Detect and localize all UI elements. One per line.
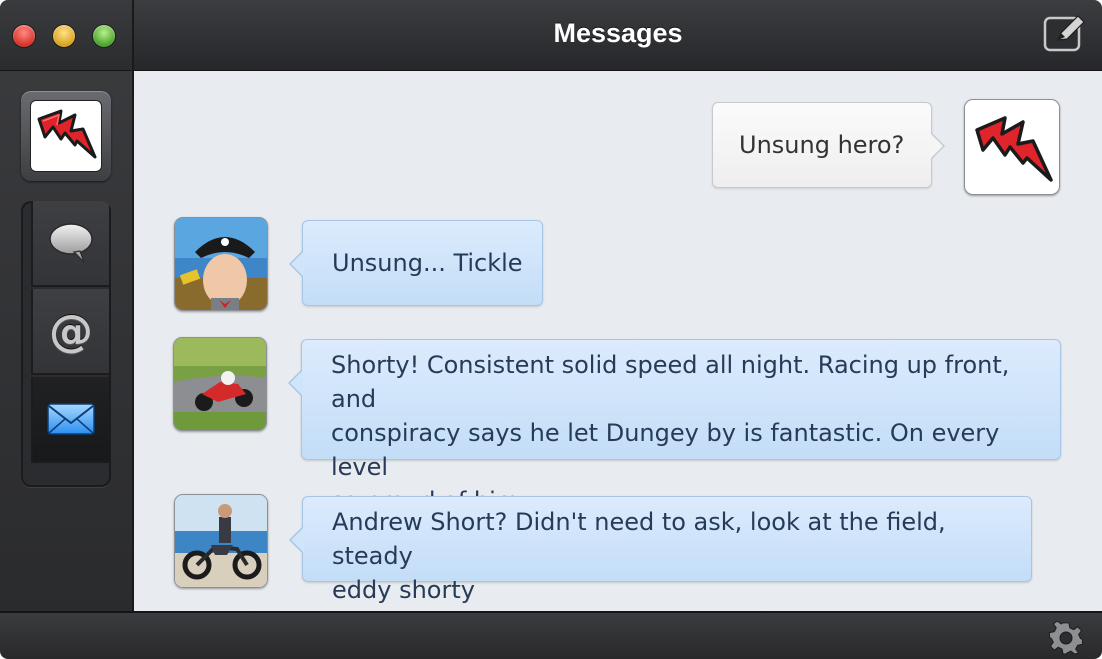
- window-title: Messages: [553, 18, 683, 48]
- minimize-window-button[interactable]: [53, 25, 75, 47]
- incoming-message-bubble[interactable]: Shorty! Consistent solid speed all night…: [288, 339, 1061, 515]
- pirate-hat-man-photo: [175, 218, 267, 310]
- message-line: Shorty! Consistent solid speed all night…: [331, 351, 1010, 413]
- message-text: Andrew Short? Didn't need to ask, look a…: [332, 505, 1022, 607]
- bottom-bar: [0, 611, 1102, 659]
- message-line: Andrew Short? Didn't need to ask, look a…: [332, 508, 946, 570]
- compose-icon: [1043, 15, 1085, 52]
- compose-button[interactable]: [1042, 14, 1086, 54]
- red-lightning-logo-icon: [975, 116, 1053, 182]
- gear-icon: [1049, 620, 1083, 655]
- close-window-button[interactable]: [13, 25, 35, 47]
- account-button[interactable]: [21, 91, 111, 181]
- message-text: Unsung hero?: [739, 131, 905, 159]
- at-sign-icon: @: [49, 305, 93, 357]
- sidebar: @: [0, 0, 134, 611]
- message-text: Shorty! Consistent solid speed all night…: [331, 348, 1051, 518]
- tab-direct-messages[interactable]: [31, 377, 109, 463]
- motorcycle-racer-photo: [174, 338, 266, 430]
- conversation-view[interactable]: Unsung hero? Unsung... Tickle Shorty! Co…: [134, 71, 1102, 611]
- motocross-rider-photo: [175, 495, 267, 587]
- outgoing-message-bubble[interactable]: Unsung hero?: [712, 102, 945, 188]
- avatar[interactable]: [173, 337, 267, 431]
- message-line: conspiracy says he let Dungey by is fant…: [331, 419, 1000, 481]
- incoming-message-bubble[interactable]: Unsung... Tickle: [289, 220, 543, 306]
- sidebar-tabs: @: [21, 201, 111, 487]
- avatar[interactable]: [964, 99, 1060, 195]
- envelope-icon: [33, 377, 109, 461]
- title-bar: Messages: [134, 0, 1102, 71]
- avatar[interactable]: [174, 217, 268, 311]
- speech-bubble-icon: [33, 201, 109, 285]
- messages-window: @ Messages Unsung hero? Unsung... Tickle…: [0, 0, 1102, 659]
- settings-button[interactable]: [1049, 620, 1083, 655]
- message-text: Unsung... Tickle: [332, 249, 523, 277]
- red-lightning-logo-icon: [30, 100, 102, 172]
- avatar[interactable]: [174, 494, 268, 588]
- zoom-window-button[interactable]: [93, 25, 115, 47]
- incoming-message-bubble[interactable]: Andrew Short? Didn't need to ask, look a…: [289, 496, 1032, 604]
- window-controls: [0, 0, 132, 71]
- message-line: eddy shorty: [332, 576, 475, 604]
- tab-messages[interactable]: [31, 201, 109, 287]
- tab-mentions[interactable]: @: [31, 289, 109, 375]
